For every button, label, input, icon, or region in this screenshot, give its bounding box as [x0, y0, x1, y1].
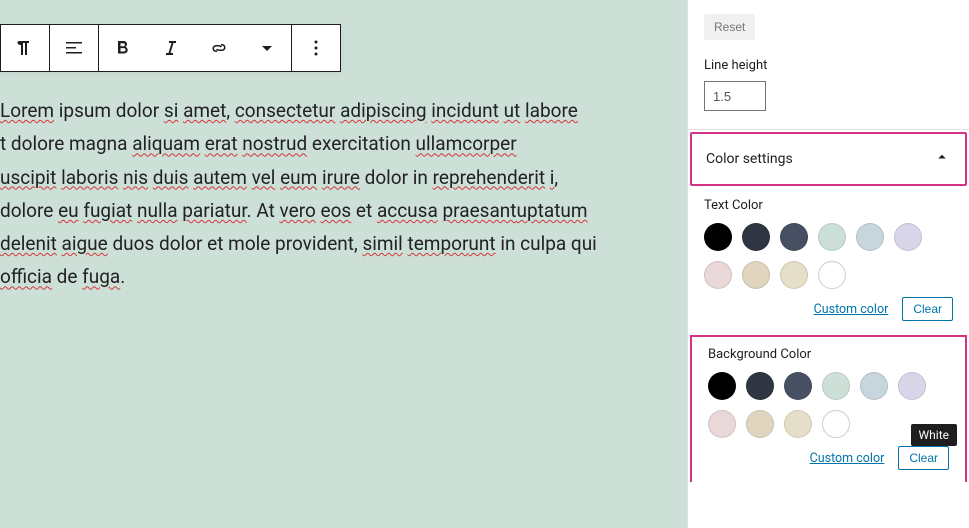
swatch-pale-cream[interactable]: [784, 410, 812, 438]
swatch-pale-lavender[interactable]: [898, 372, 926, 400]
text-color-clear-button[interactable]: Clear: [902, 297, 953, 321]
text-custom-color-link[interactable]: Custom color: [814, 302, 889, 317]
bold-button[interactable]: [99, 25, 147, 71]
text-color-swatches: [704, 223, 934, 289]
color-settings-title: Color settings: [706, 151, 793, 167]
swatch-black[interactable]: [704, 223, 732, 251]
swatch-pale-blue[interactable]: [860, 372, 888, 400]
more-options-button[interactable]: [292, 25, 340, 71]
white-tooltip: White: [911, 424, 957, 446]
editor-canvas[interactable]: Lorem ipsum dolor si amet, consectetur a…: [0, 0, 687, 528]
swatch-dark-gray[interactable]: [742, 223, 770, 251]
line-height-label: Line height: [704, 58, 953, 73]
bg-color-clear-button[interactable]: Clear: [898, 446, 949, 470]
background-color-label: Background Color: [708, 347, 949, 362]
swatch-pale-green[interactable]: [818, 223, 846, 251]
swatch-pale-tan[interactable]: [746, 410, 774, 438]
swatch-pale-tan[interactable]: [742, 261, 770, 289]
swatch-white[interactable]: [822, 410, 850, 438]
paragraph-type-button[interactable]: [1, 25, 49, 71]
align-button[interactable]: [50, 25, 98, 71]
swatch-pale-blue[interactable]: [856, 223, 884, 251]
swatch-pale-pink[interactable]: [708, 410, 736, 438]
line-height-input[interactable]: [704, 81, 766, 111]
bg-color-swatches: [708, 372, 938, 438]
swatch-slate[interactable]: [784, 372, 812, 400]
swatch-pale-green[interactable]: [822, 372, 850, 400]
swatch-pale-cream[interactable]: [780, 261, 808, 289]
more-rich-text-button[interactable]: [243, 25, 291, 71]
block-toolbar: [0, 24, 341, 72]
paragraph-block[interactable]: Lorem ipsum dolor si amet, consectetur a…: [0, 94, 687, 294]
italic-button[interactable]: [147, 25, 195, 71]
color-settings-panel-header[interactable]: Color settings: [692, 134, 965, 184]
text-color-label: Text Color: [704, 198, 953, 213]
line-height-section: Line height: [688, 48, 969, 129]
chevron-up-icon: [933, 148, 951, 170]
swatch-dark-gray[interactable]: [746, 372, 774, 400]
swatch-slate[interactable]: [780, 223, 808, 251]
background-color-section: Background Color White Custom color Clea…: [690, 335, 967, 482]
link-button[interactable]: [195, 25, 243, 71]
text-color-section: Text Color Custom color Clear: [688, 188, 969, 333]
bg-custom-color-link[interactable]: Custom color: [810, 451, 885, 466]
swatch-pale-lavender[interactable]: [894, 223, 922, 251]
swatch-pale-pink[interactable]: [704, 261, 732, 289]
swatch-black[interactable]: [708, 372, 736, 400]
swatch-white[interactable]: [818, 261, 846, 289]
settings-sidebar: Reset Line height Color settings Text Co…: [687, 0, 969, 528]
reset-button[interactable]: Reset: [704, 14, 755, 40]
